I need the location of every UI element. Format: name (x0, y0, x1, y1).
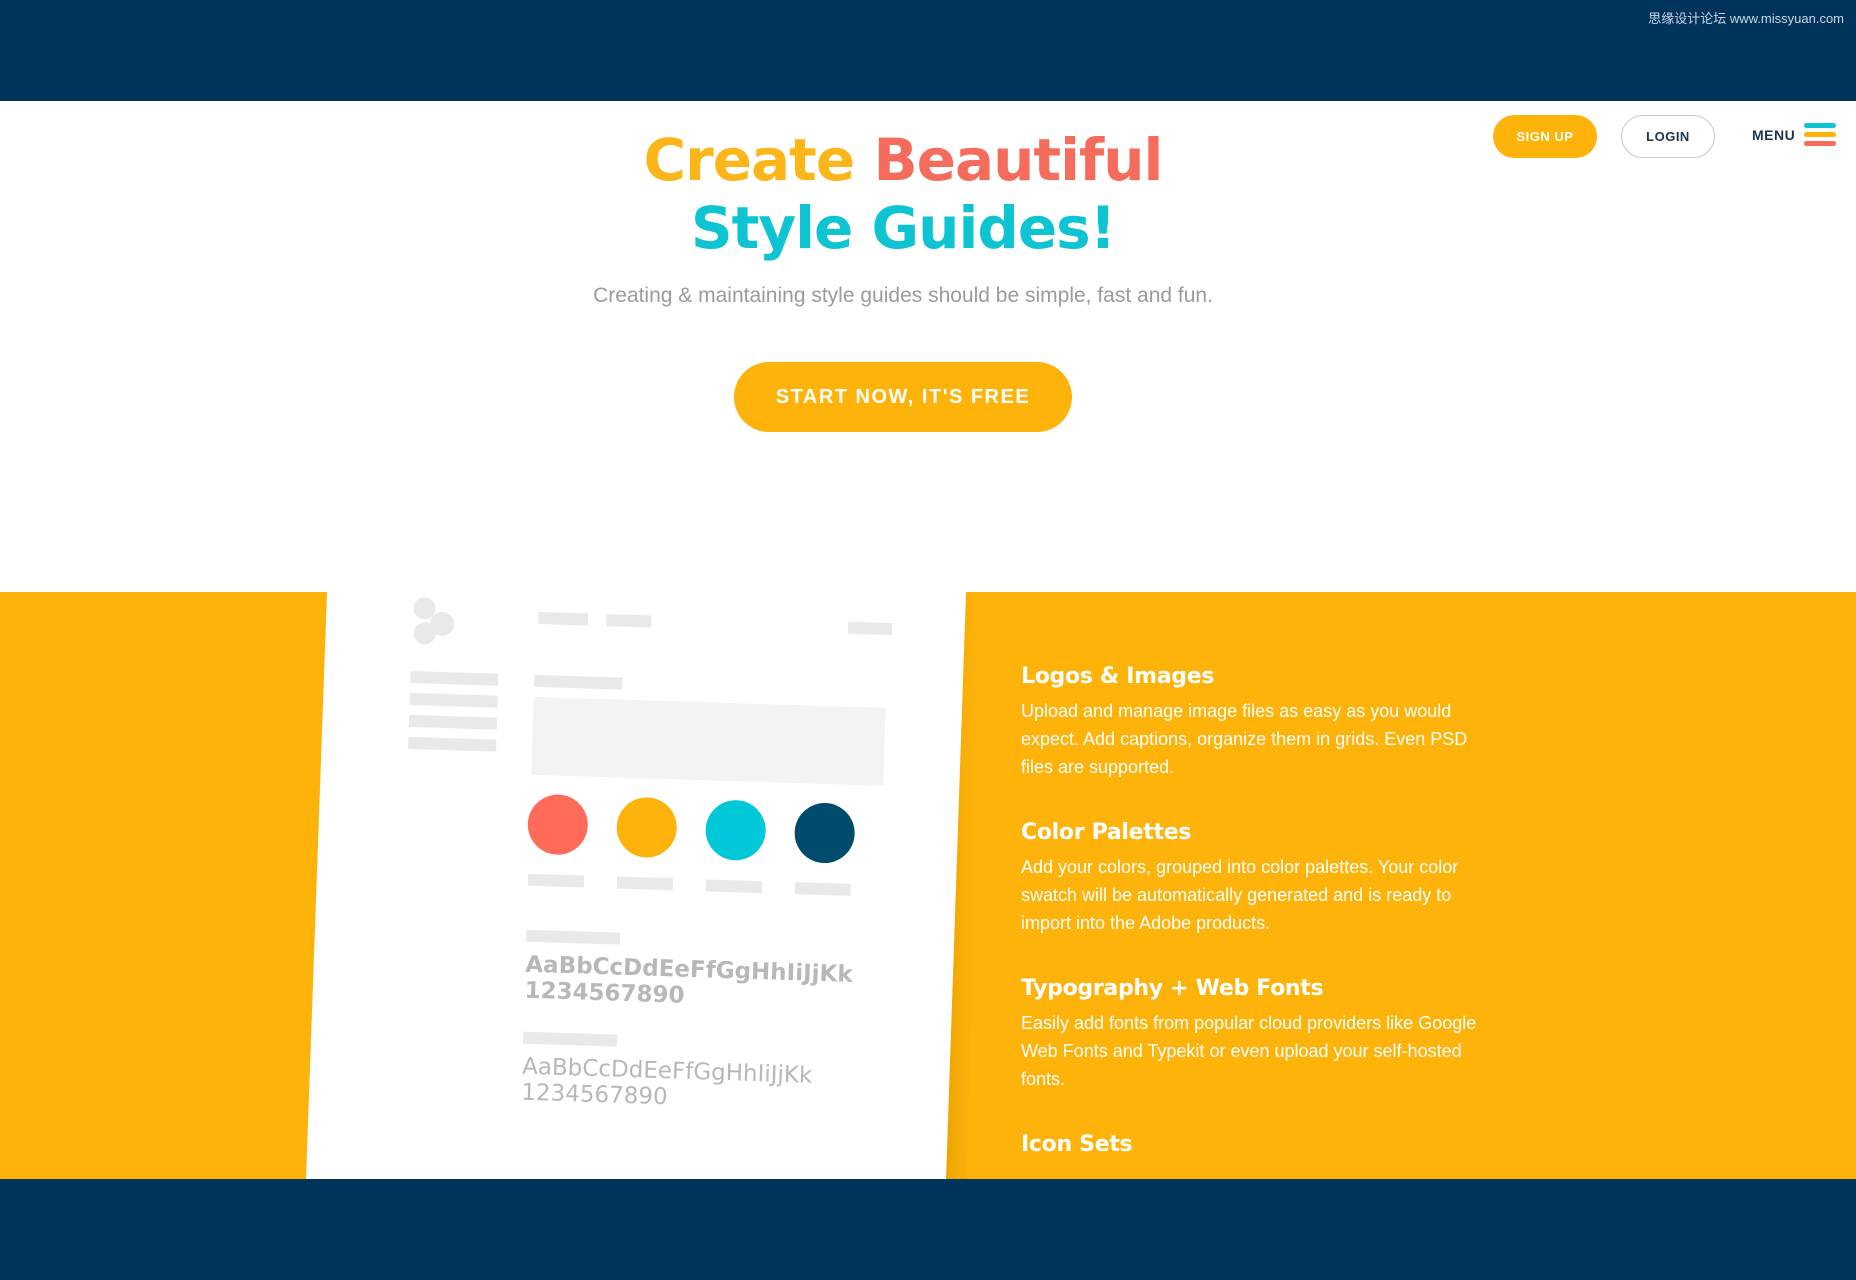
login-button[interactable]: LOGIN (1621, 115, 1715, 158)
features-section: AaBbCcDdEeFfGgHhIiJjKk 1234567890 AaBbCc… (0, 592, 1856, 1179)
hero-subtitle: Creating & maintaining style guides shou… (593, 284, 1213, 307)
feature-list: Logos & Images Upload and manage image f… (1021, 664, 1481, 1179)
headline-word-create: Create (643, 126, 856, 194)
feature-color-palettes: Color Palettes Add your colors, grouped … (1021, 820, 1481, 937)
sign-up-button[interactable]: SIGN UP (1493, 115, 1597, 158)
feature-title: Icon Sets (1021, 1132, 1133, 1157)
mockup-swatch-label (705, 879, 763, 894)
feature-title: Typography + Web Fonts (1021, 976, 1324, 1001)
mockup-swatch-label (794, 882, 852, 896)
feature-title: Color Palettes (1021, 820, 1192, 845)
feature-typography: Typography + Web Fonts Easily add fonts … (1021, 976, 1481, 1093)
mockup-type-sample-2-digits: 1234567890 (521, 1080, 668, 1111)
mockup-nav-bar (606, 614, 652, 628)
mockup-type-sample-1-digits: 1234567890 (524, 978, 685, 1009)
headline-word-beautiful: Beautiful (873, 126, 1163, 194)
watermark: 思缘设计论坛 www.missyuan.com (1648, 11, 1844, 26)
mockup-nav-bar (847, 621, 893, 636)
mockup-swatch-label (616, 876, 674, 891)
hamburger-menu-icon[interactable] (1804, 123, 1836, 151)
mockup-swatch-label (527, 873, 585, 888)
headline-line-2: Style Guides! (690, 194, 1116, 262)
start-now-button[interactable]: START NOW, IT'S FREE (734, 362, 1072, 432)
feature-description: Upload and manage image files as easy as… (1021, 701, 1468, 777)
menu-label[interactable]: MENU (1752, 127, 1795, 143)
feature-logos-images: Logos & Images Upload and manage image f… (1021, 664, 1481, 781)
feature-description: Add your colors, grouped into color pale… (1021, 857, 1459, 933)
hamburger-bar-yellow (1804, 132, 1836, 137)
mockup-image-block (531, 696, 886, 786)
hamburger-bar-teal (1804, 123, 1836, 128)
feature-description: Easily add fonts from popular cloud prov… (1021, 1013, 1477, 1089)
feature-icon-sets: Icon Sets (1021, 1132, 1481, 1157)
feature-title: Logos & Images (1021, 664, 1215, 689)
bottom-band (0, 1179, 1856, 1280)
style-guide-mockup: AaBbCcDdEeFfGgHhIiJjKk 1234567890 AaBbCc… (306, 592, 980, 1179)
hamburger-bar-coral (1804, 141, 1836, 146)
top-band: 思缘设计论坛 www.missyuan.com (0, 0, 1856, 101)
mockup-nav-bar (538, 611, 589, 626)
hero-section: Create Beautiful Style Guides! Creating … (0, 101, 1856, 592)
